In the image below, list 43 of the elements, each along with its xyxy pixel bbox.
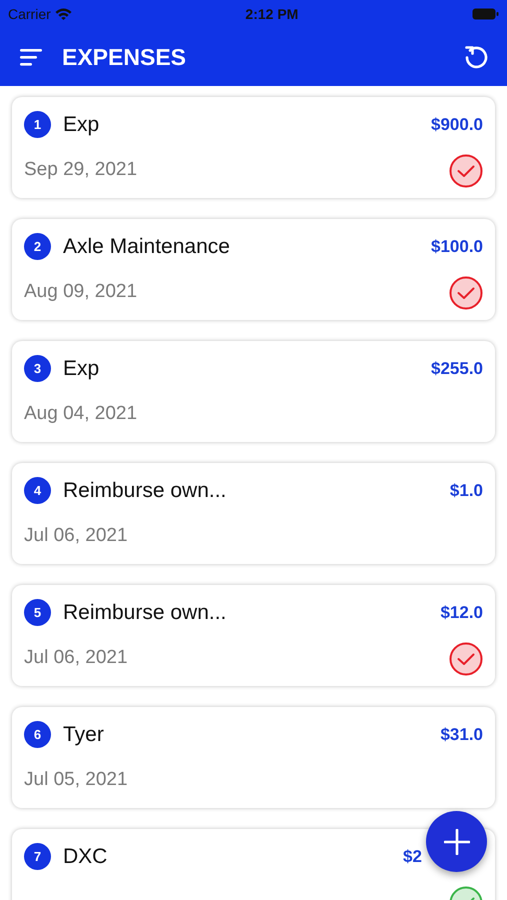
menu-icon[interactable]	[20, 48, 42, 66]
status-time: 2:12 PM	[245, 4, 298, 24]
expense-title: Reimburse own...	[63, 478, 226, 504]
plus-icon	[444, 828, 470, 854]
expense-date: Jul 06, 2021	[24, 646, 128, 670]
number-badge: 6	[24, 721, 51, 748]
battery-icon	[472, 8, 499, 20]
expense-amount: $900.0	[431, 114, 483, 134]
number-badge: 7	[24, 843, 51, 870]
expense-amount: $100.0	[431, 236, 483, 256]
expense-card[interactable]: 2 Axle Maintenance $100.0 Aug 09, 2021	[12, 219, 495, 320]
carrier-label: Carrier	[8, 4, 51, 24]
refresh-icon[interactable]	[464, 44, 489, 70]
add-button[interactable]	[426, 811, 487, 872]
wifi-icon	[54, 8, 72, 20]
expense-date: Sep 29, 2021	[24, 158, 138, 182]
expense-amount: $1.0	[450, 480, 483, 500]
expense-date: Aug 09, 2021	[24, 280, 138, 304]
number-badge: 1	[24, 111, 51, 138]
expense-title: Exp	[63, 356, 100, 382]
expense-card[interactable]: 5 Reimburse own... $12.0 Jul 06, 2021	[12, 585, 495, 686]
number-badge: 4	[24, 477, 51, 504]
expense-amount: $12.0	[440, 602, 483, 622]
expense-date: Jul 06, 2021	[24, 524, 128, 548]
number-badge: 3	[24, 355, 51, 382]
app-title: EXPENSES	[62, 42, 186, 72]
expense-title: Tyer	[63, 722, 104, 748]
expense-title: Reimburse own...	[63, 600, 226, 626]
expense-amount: $255.0	[431, 358, 483, 378]
number-badge: 5	[24, 599, 51, 626]
expense-title: Axle Maintenance	[63, 234, 230, 260]
expense-title: DXC	[63, 844, 108, 870]
expense-date: Aug 04, 2021	[24, 402, 138, 426]
expense-card[interactable]: 1 Exp $900.0 Sep 29, 2021	[12, 97, 495, 198]
expense-title: Exp	[63, 112, 100, 138]
number-badge: 2	[24, 233, 51, 260]
expense-card[interactable]: 7 DXC $2	[12, 829, 495, 900]
expense-card[interactable]: 3 Exp $255.0 Aug 04, 2021	[12, 341, 495, 442]
expense-card[interactable]: 6 Tyer $31.0 Jul 05, 2021	[12, 707, 495, 808]
expense-date: Jul 05, 2021	[24, 768, 128, 792]
expense-card[interactable]: 4 Reimburse own... $1.0 Jul 06, 2021	[12, 463, 495, 564]
expense-amount: $31.0	[440, 724, 483, 744]
expense-amount: $2	[403, 846, 422, 866]
